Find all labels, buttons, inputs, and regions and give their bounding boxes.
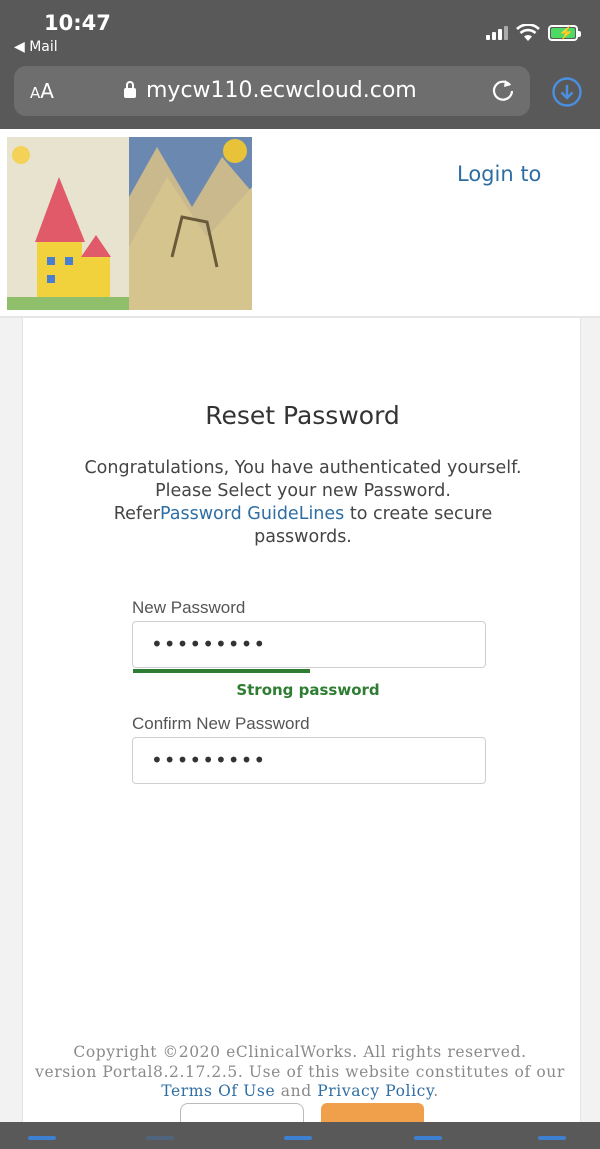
version-text: version Portal8.2.17.2.5. Use of this we… — [35, 1062, 565, 1081]
login-link[interactable]: Login to — [457, 162, 541, 186]
intro-text: Congratulations, You have authenticated … — [83, 457, 523, 549]
privacy-policy-link[interactable]: Privacy Policy — [317, 1082, 433, 1100]
intro-line-3: ReferPassword GuideLines to create secur… — [113, 504, 493, 547]
intro-line-2: Please Select your new Password. — [155, 481, 451, 501]
share-icon[interactable] — [284, 1136, 312, 1140]
back-to-mail-link[interactable]: ◀ Mail — [14, 39, 58, 55]
lock-icon — [124, 81, 136, 98]
url-text[interactable]: mycw110.ecwcloud.com — [124, 78, 417, 103]
reader-text-size-button[interactable]: AA — [30, 79, 54, 103]
new-password-label: New Password — [132, 598, 246, 617]
address-bar[interactable]: AA mycw110.ecwcloud.com — [14, 66, 530, 116]
forward-icon[interactable] — [146, 1136, 174, 1140]
page-title: Reset Password — [205, 401, 400, 430]
site-header: Login to — [0, 129, 600, 318]
wifi-icon — [516, 24, 540, 41]
password-strength-text: Strong password — [236, 681, 380, 699]
back-icon[interactable] — [28, 1136, 56, 1140]
new-password-input[interactable]: ••••••••• — [132, 621, 486, 668]
reset-password-card: Reset Password Congratulations, You have… — [22, 318, 581, 1122]
terms-of-use-link[interactable]: Terms Of Use — [161, 1082, 275, 1100]
status-time: 10:47 — [44, 11, 111, 35]
footer-links: Terms Of Use and Privacy Policy. — [161, 1082, 439, 1100]
confirm-password-input[interactable]: ••••••••• — [132, 737, 486, 784]
status-icons: ⚡ — [486, 24, 581, 42]
page-footer: Copyright ©2020 eClinicalWorks. All righ… — [0, 1043, 600, 1102]
browser-chrome: 10:47 ◀ Mail ⚡ AA mycw110.ecwcloud.com — [0, 0, 600, 129]
bookmarks-icon[interactable] — [414, 1136, 442, 1140]
copyright-text: Copyright ©2020 eClinicalWorks. All righ… — [73, 1043, 527, 1061]
tabs-icon[interactable] — [538, 1136, 566, 1140]
intro-line-1: Congratulations, You have authenticated … — [84, 458, 522, 478]
confirm-password-label: Confirm New Password — [132, 714, 310, 733]
cellular-signal-icon — [486, 26, 508, 40]
download-icon[interactable] — [551, 76, 583, 108]
url-domain: mycw110.ecwcloud.com — [146, 78, 417, 103]
password-guidelines-link[interactable]: Password GuideLines — [160, 504, 344, 524]
practice-logo-image — [7, 137, 252, 310]
browser-toolbar — [0, 1122, 600, 1149]
battery-charging-icon: ⚡ — [548, 25, 581, 41]
password-strength-bar — [133, 669, 310, 673]
reload-icon[interactable] — [490, 77, 516, 103]
